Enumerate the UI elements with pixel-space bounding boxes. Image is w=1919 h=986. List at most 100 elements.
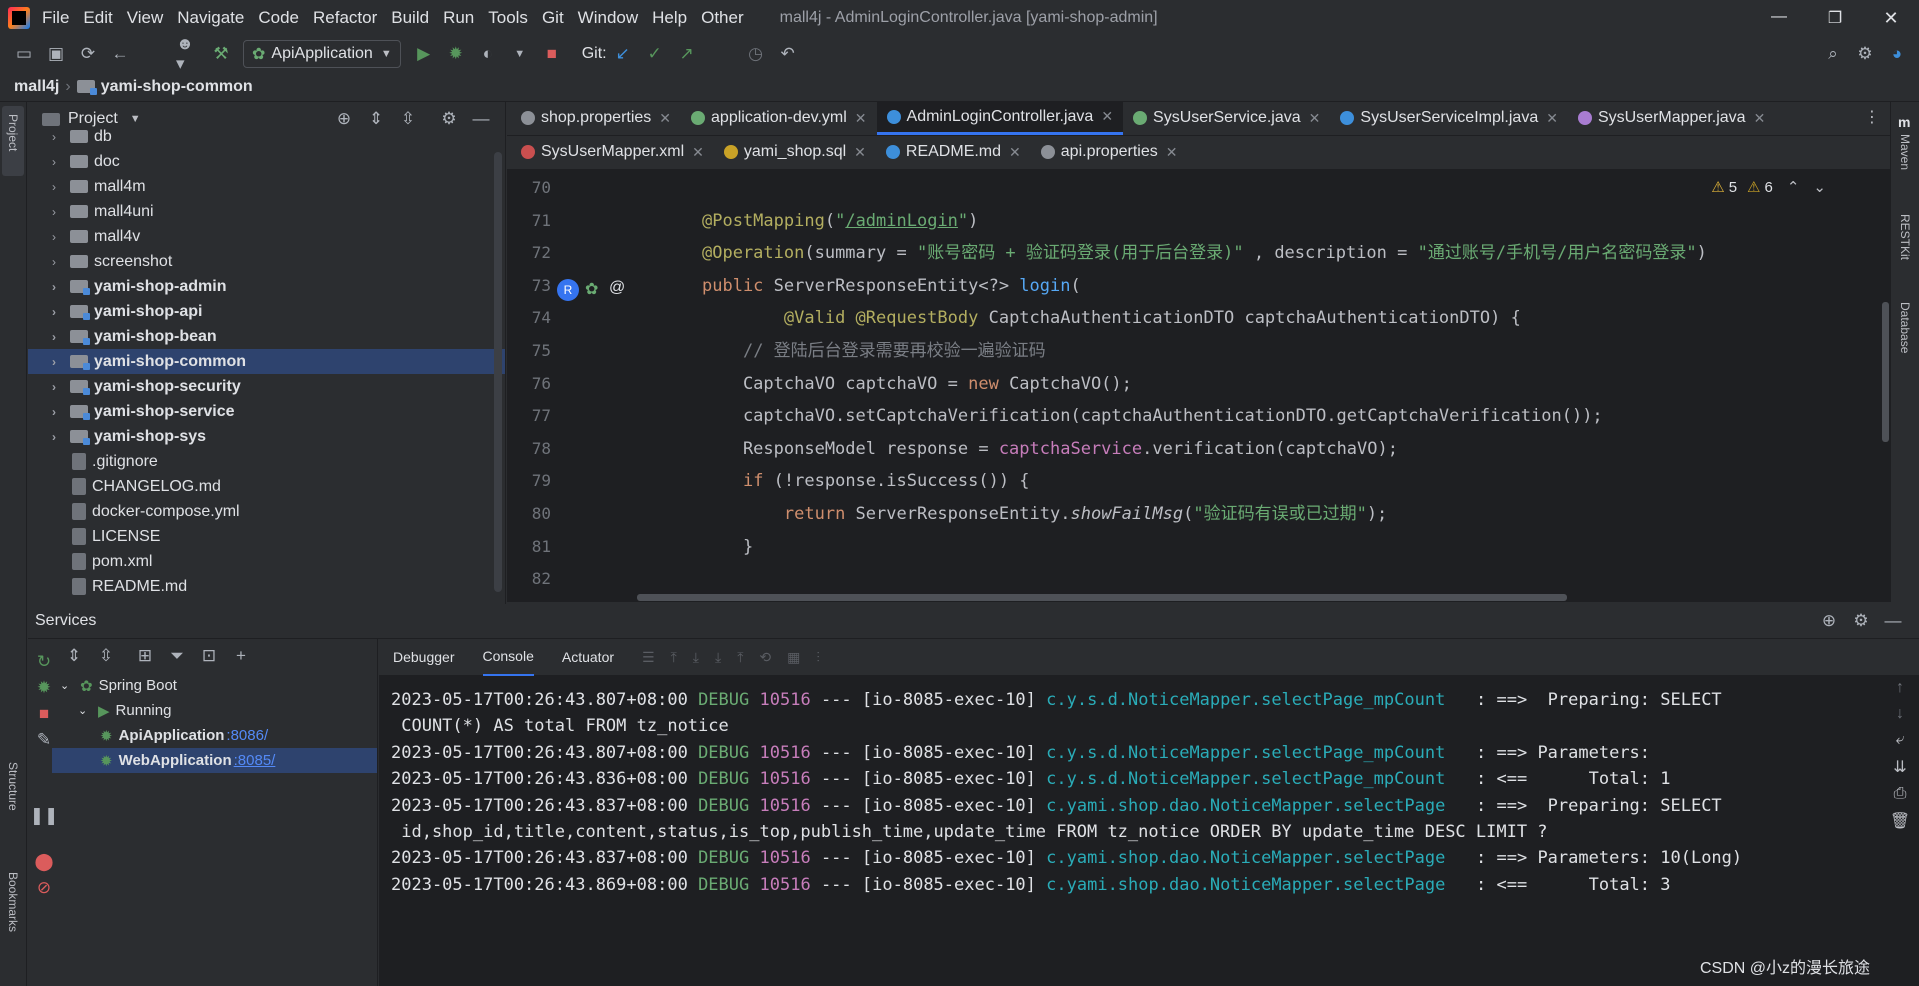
console-toolbar-icon[interactable]: ⤓ — [693, 649, 699, 666]
editor-tab[interactable]: application-dev.yml ✕ — [681, 102, 877, 135]
git-update-icon[interactable]: ↙ — [610, 41, 636, 67]
structure-tool-button[interactable]: Structure — [6, 762, 20, 811]
minimize-button[interactable]: — — [1751, 8, 1807, 29]
project-tree-item[interactable]: README.md — [28, 574, 505, 599]
plugin-icon[interactable]: ◕ — [1884, 41, 1910, 67]
project-tree-item[interactable]: › yami-shop-service — [28, 399, 505, 424]
close-tab-icon[interactable]: ✕ — [1009, 144, 1021, 161]
close-tab-icon[interactable]: ✕ — [1101, 108, 1113, 125]
filter-icon[interactable]: ⏷ — [164, 643, 190, 669]
locate-icon[interactable]: ⊕ — [331, 106, 357, 132]
soft-wrap-icon[interactable]: ⤶ — [1896, 731, 1905, 749]
close-tab-icon[interactable]: ✕ — [659, 110, 671, 127]
project-tree-item[interactable]: › yami-shop-bean — [28, 324, 505, 349]
project-scrollbar[interactable] — [494, 152, 502, 592]
project-tree-item[interactable]: › mall4uni — [28, 199, 505, 224]
menu-run[interactable]: Run — [443, 8, 474, 28]
project-tree-item[interactable]: › yami-shop-admin — [28, 274, 505, 299]
project-tree-item[interactable]: pom.xml — [28, 549, 505, 574]
editor-tab[interactable]: shop.properties ✕ — [511, 102, 681, 135]
group-icon[interactable]: ⊞ — [132, 643, 158, 669]
project-tree-item[interactable]: › yami-shop-sys — [28, 424, 505, 449]
chevron-right-icon[interactable]: › — [46, 255, 62, 269]
console-toolbar-icon[interactable]: ⤒ — [671, 649, 677, 666]
menu-help[interactable]: Help — [652, 8, 687, 28]
chevron-down-icon[interactable]: ⌄ — [60, 679, 76, 692]
annotation-at-icon[interactable]: @ — [609, 279, 625, 297]
chevron-right-icon[interactable]: › — [46, 380, 62, 394]
maximize-button[interactable]: ❐ — [1807, 8, 1863, 29]
console-toolbar-icon[interactable]: ⤓ — [715, 649, 721, 666]
project-tree-item[interactable]: CHANGELOG.md — [28, 474, 505, 499]
chevron-right-icon[interactable]: › — [46, 180, 62, 194]
hide-panel-icon[interactable]: — — [468, 106, 494, 132]
clear-icon[interactable]: 🗑 — [1890, 811, 1910, 831]
service-tree-item[interactable]: ✹ WebApplication:8085/ — [52, 748, 377, 773]
editor-tab[interactable]: SysUserMapper.xml ✕ — [511, 136, 714, 169]
close-button[interactable]: ✕ — [1863, 8, 1919, 29]
menu-window[interactable]: Window — [578, 8, 638, 28]
expand-all-icon[interactable]: ⇕ — [363, 106, 389, 132]
project-tree-item[interactable]: › yami-shop-common — [28, 349, 505, 374]
breadcrumb-module[interactable]: yami-shop-common — [101, 78, 253, 96]
scroll-down-icon[interactable]: ↓ — [1896, 705, 1904, 723]
hide-panel-icon[interactable]: — — [1880, 608, 1906, 634]
menu-code[interactable]: Code — [258, 8, 299, 28]
coverage-icon[interactable]: ◐ — [475, 41, 501, 67]
editor-tab[interactable]: SysUserServiceImpl.java ✕ — [1330, 102, 1568, 135]
chevron-right-icon[interactable]: › — [46, 155, 62, 169]
gear-icon[interactable]: ⚙ — [1848, 608, 1874, 634]
project-view-title[interactable]: Project — [68, 110, 118, 128]
service-tree-item[interactable]: ⌄ ▶ Running — [52, 698, 377, 723]
menu-build[interactable]: Build — [391, 8, 429, 28]
scroll-to-end-icon[interactable]: ⇊ — [1893, 757, 1906, 777]
editor-tab[interactable]: SysUserService.java ✕ — [1123, 102, 1330, 135]
close-tab-icon[interactable]: ✕ — [692, 144, 704, 161]
editor-tab[interactable]: AdminLoginController.java ✕ — [876, 102, 1124, 135]
console-tab-actuator[interactable]: Actuator — [562, 639, 614, 675]
rollback-icon[interactable]: ↶ — [775, 41, 801, 67]
git-commit-icon[interactable]: ✓ — [642, 41, 668, 67]
new-tab-icon[interactable]: ⊡ — [196, 643, 222, 669]
gear-icon[interactable]: ⚙ — [436, 106, 462, 132]
project-tree-item[interactable]: › mall4v — [28, 224, 505, 249]
bean-R-icon[interactable]: R — [557, 279, 579, 301]
console-toolbar-icon[interactable]: ☰ — [642, 649, 655, 666]
bookmarks-tool-button[interactable]: Bookmarks — [6, 872, 20, 932]
close-tab-icon[interactable]: ✕ — [1546, 110, 1558, 127]
project-tree-item[interactable]: › yami-shop-security — [28, 374, 505, 399]
chevron-down-icon[interactable]: ▼ — [130, 113, 141, 125]
editor-tab[interactable]: SysUserMapper.java ✕ — [1568, 102, 1775, 135]
run-config-selector[interactable]: ✿ ApiApplication ▼ — [243, 40, 401, 68]
chevron-right-icon[interactable]: › — [46, 405, 62, 419]
code-view[interactable]: @PostMapping("/adminLogin") @Operation(su… — [702, 172, 1852, 602]
chevron-right-icon[interactable]: › — [46, 280, 62, 294]
locate-icon[interactable]: ⊕ — [1816, 608, 1842, 634]
menu-tools[interactable]: Tools — [488, 8, 528, 28]
search-icon[interactable]: ⌕ — [1820, 41, 1846, 67]
project-tree-item[interactable]: docker-compose.yml — [28, 499, 505, 524]
debug-icon[interactable]: ✹ — [443, 41, 469, 67]
chevron-right-icon[interactable]: › — [46, 205, 62, 219]
console-tab-debugger[interactable]: Debugger — [393, 639, 455, 675]
settings-icon[interactable]: ⚙ — [1852, 41, 1878, 67]
endpoint-icon[interactable]: ✿ — [585, 279, 598, 299]
menu-git[interactable]: Git — [542, 8, 564, 28]
restkit-tool-button[interactable]: RESTKit — [1898, 214, 1912, 260]
service-port-link[interactable]: :8086/ — [226, 727, 268, 744]
editor-vscrollbar[interactable] — [1882, 302, 1889, 442]
chevron-right-icon[interactable]: › — [46, 355, 62, 369]
git-push-icon[interactable]: ↗ — [674, 41, 700, 67]
maven-tool-button[interactable]: Maven — [1898, 134, 1912, 170]
project-tree-item[interactable]: › screenshot — [28, 249, 505, 274]
project-tree-item[interactable]: LICENSE — [28, 524, 505, 549]
project-tree-item[interactable]: .gitignore — [28, 449, 505, 474]
expand-all-icon[interactable]: ⇕ — [61, 643, 87, 669]
chevron-right-icon[interactable]: › — [46, 130, 62, 144]
stop-icon[interactable]: ■ — [539, 41, 565, 67]
history-icon[interactable]: ◷ — [743, 41, 769, 67]
editor-tab[interactable]: README.md ✕ — [876, 136, 1031, 169]
console-toolbar-icon[interactable]: ⤒ — [737, 649, 743, 666]
more-tabs-icon[interactable]: ⋮ — [1864, 107, 1880, 135]
build-hammer-icon[interactable]: ⚒ — [208, 41, 234, 67]
